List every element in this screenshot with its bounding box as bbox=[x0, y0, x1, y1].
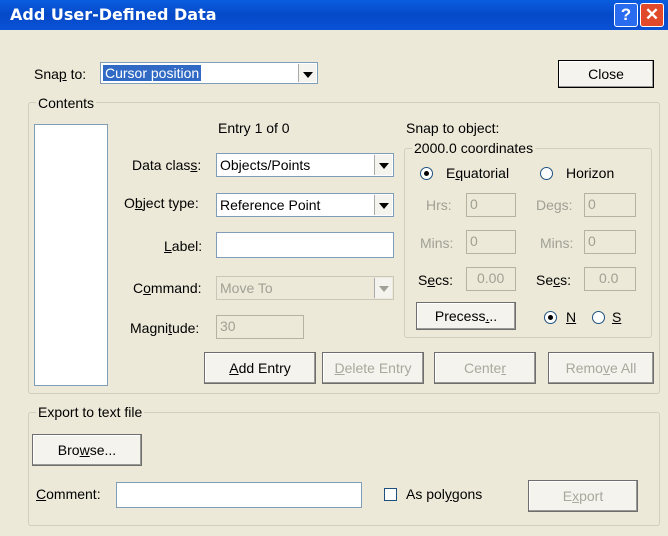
chevron-down-icon bbox=[379, 286, 389, 292]
chevron-down-icon bbox=[303, 72, 313, 78]
close-button[interactable]: Close bbox=[558, 60, 654, 88]
object-type-select[interactable]: Reference Point bbox=[216, 193, 394, 217]
command-label: Command: bbox=[133, 280, 202, 296]
magnitude-input[interactable]: 30 bbox=[216, 315, 304, 339]
magnitude-label: Magnitude: bbox=[130, 320, 200, 336]
command-value: Move To bbox=[220, 280, 273, 296]
magnitude-value: 30 bbox=[220, 318, 236, 334]
add-entry-button[interactable]: Add Entry bbox=[204, 352, 316, 384]
export-button[interactable]: Export bbox=[528, 480, 638, 512]
degs-input[interactable]: 0 bbox=[584, 193, 636, 217]
help-button[interactable]: ? bbox=[614, 3, 638, 27]
close-icon: ✕ bbox=[644, 5, 660, 24]
as-polygons-label: As polygons bbox=[406, 486, 483, 502]
secs-input-1[interactable]: 0.00 bbox=[466, 267, 516, 291]
secs-value-1: 0.00 bbox=[477, 270, 505, 286]
command-select[interactable]: Move To bbox=[216, 276, 394, 300]
dialog-window: Add User-Defined Data ? ✕ Snap to: Curso… bbox=[0, 0, 668, 536]
equatorial-label: Equatorial bbox=[446, 165, 510, 181]
data-class-dropdown-button[interactable] bbox=[374, 155, 392, 175]
contents-group-label: Contents bbox=[36, 95, 97, 111]
browse-button[interactable]: Browse... bbox=[32, 434, 142, 466]
south-radio[interactable] bbox=[592, 311, 605, 324]
secs-value-2: 0.0 bbox=[599, 270, 619, 286]
label-field-label: Label: bbox=[164, 238, 203, 254]
mins-label-1: Mins: bbox=[420, 235, 454, 251]
snap-to-object-label: Snap to object: bbox=[406, 120, 500, 136]
mins-value-1: 0 bbox=[470, 233, 478, 249]
center-button[interactable]: Center bbox=[434, 352, 536, 384]
precess-button[interactable]: Precess... bbox=[416, 302, 516, 330]
south-label: S bbox=[612, 309, 622, 325]
comment-input[interactable] bbox=[116, 482, 362, 508]
secs-label-1: Secs: bbox=[418, 272, 454, 288]
horizon-radio[interactable] bbox=[540, 167, 553, 180]
snap-to-value: Cursor position bbox=[103, 65, 202, 81]
entry-counter: Entry 1 of 0 bbox=[218, 120, 290, 136]
object-type-dropdown-button[interactable] bbox=[374, 195, 392, 215]
window-close-button[interactable]: ✕ bbox=[640, 3, 664, 27]
entries-list[interactable] bbox=[34, 124, 108, 386]
remove-all-button[interactable]: Remove All bbox=[548, 352, 654, 384]
degs-value: 0 bbox=[588, 196, 596, 212]
object-type-value: Reference Point bbox=[220, 197, 321, 213]
secs-input-2[interactable]: 0.0 bbox=[584, 267, 636, 291]
data-class-label: Data class: bbox=[132, 157, 202, 173]
object-type-label: Object type: bbox=[124, 195, 199, 211]
window-title: Add User-Defined Data bbox=[10, 5, 217, 24]
snap-to-select[interactable]: Cursor position bbox=[100, 62, 318, 84]
as-polygons-checkbox[interactable] bbox=[384, 488, 397, 501]
help-icon: ? bbox=[620, 5, 632, 24]
secs-label-2: Secs: bbox=[536, 272, 572, 288]
comment-label: Comment: bbox=[36, 486, 101, 502]
north-label: N bbox=[566, 309, 577, 325]
degs-label: Degs: bbox=[536, 197, 573, 213]
hrs-value: 0 bbox=[470, 196, 478, 212]
chevron-down-icon bbox=[379, 163, 389, 169]
mins-input-2[interactable]: 0 bbox=[584, 230, 636, 254]
hrs-input[interactable]: 0 bbox=[466, 193, 516, 217]
command-dropdown-button[interactable] bbox=[374, 278, 392, 298]
mins-label-2: Mins: bbox=[540, 235, 574, 251]
export-group-label: Export to text file bbox=[36, 404, 145, 420]
title-bar[interactable]: Add User-Defined Data ? ✕ bbox=[0, 0, 668, 30]
equatorial-radio[interactable] bbox=[420, 167, 433, 180]
mins-input-1[interactable]: 0 bbox=[466, 230, 516, 254]
data-class-select[interactable]: Objects/Points bbox=[216, 153, 394, 177]
data-class-value: Objects/Points bbox=[220, 157, 311, 173]
chevron-down-icon bbox=[379, 203, 389, 209]
north-radio[interactable] bbox=[544, 311, 557, 324]
hrs-label: Hrs: bbox=[426, 197, 452, 213]
snap-to-dropdown-button[interactable] bbox=[298, 64, 316, 82]
horizon-label: Horizon bbox=[566, 165, 615, 181]
coordinates-group-label: 2000.0 coordinates bbox=[412, 140, 536, 156]
label-input[interactable] bbox=[216, 232, 394, 258]
delete-entry-button[interactable]: Delete Entry bbox=[322, 352, 424, 384]
snap-to-label: Snap to: bbox=[34, 66, 87, 82]
mins-value-2: 0 bbox=[588, 233, 596, 249]
